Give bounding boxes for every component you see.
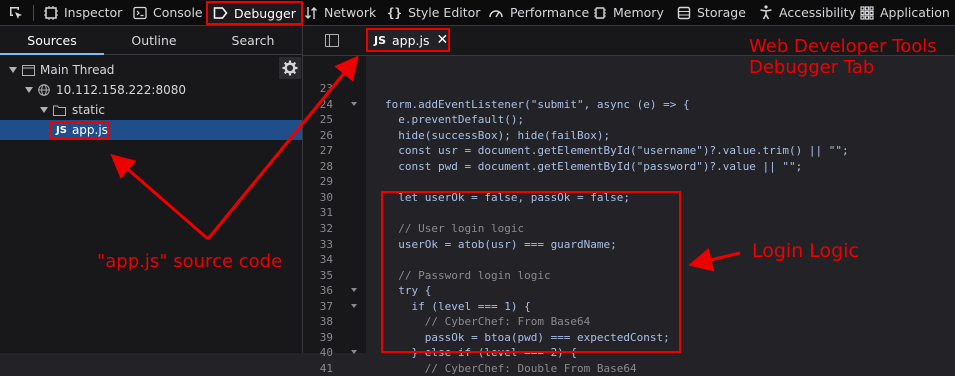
code-line[interactable]: 41 // CyberChef: Double From Base64 [303,361,955,376]
arrow-to-app-js [110,154,209,241]
arrow-to-login-logic [688,248,741,272]
code-text: // CyberChef: Double From Base64 [385,361,637,375]
line-number[interactable]: 41 [303,361,333,376]
arrow-to-file-tab [206,55,359,240]
annotation-arrows [110,55,741,272]
